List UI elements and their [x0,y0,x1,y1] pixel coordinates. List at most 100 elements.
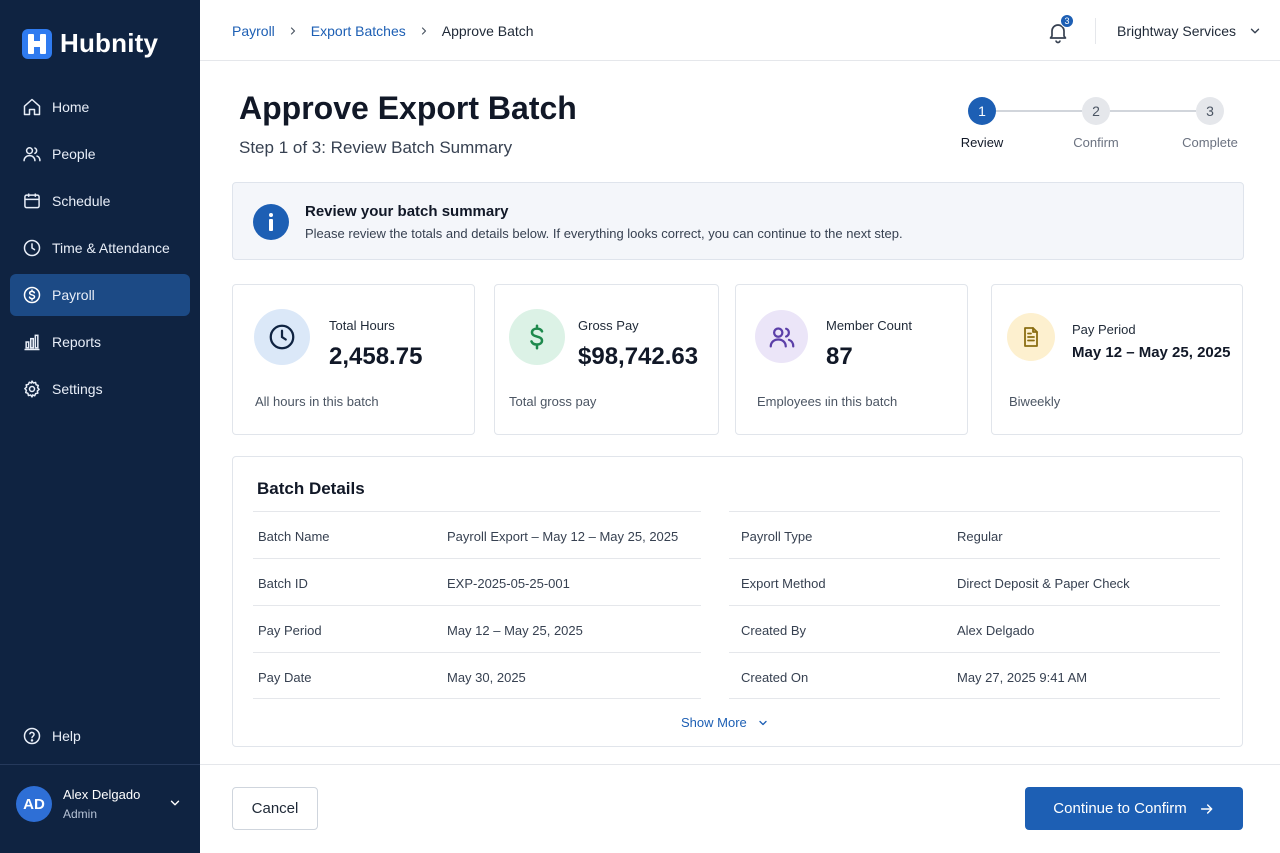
info-banner-title: Review your batch summary [305,203,509,220]
sidebar-item-label: Payroll [52,287,95,303]
card-footer: Employees ιin this batch [757,394,898,409]
card-footer: All hours in this batch [255,394,379,409]
sidebar-item-label: Time & Attendance [52,240,170,256]
info-banner: Review your batch summary Please review … [232,182,1244,260]
users-icon [755,310,808,363]
detail-value: May 30, 2025 [447,670,526,685]
clock-icon [254,309,310,365]
card-value: May 12 – May 25, 2025 [1072,344,1231,361]
gear-icon [24,380,40,398]
dollar-icon [23,286,41,304]
help-icon [23,727,41,745]
topbar-divider [1095,18,1096,44]
user-role: Admin [63,807,98,821]
show-more-label: Show More [681,715,747,730]
detail-row: Batch ID EXP-2025-05-25-001 [253,558,701,605]
avatar: AD [16,786,52,822]
arrow-right-icon [1200,803,1213,814]
sidebar-item-label: Home [52,99,90,115]
detail-value: Regular [957,529,1003,544]
summary-card-gross-pay: Gross Pay $98,742.63 Total gross pay [494,284,719,435]
step-3-indicator: 3 [1196,97,1224,125]
card-value: 87 [826,343,853,370]
help-label: Help [52,728,81,744]
detail-row: Pay Period May 12 – May 25, 2025 [253,605,701,652]
calendar-icon [24,193,40,209]
detail-key: Export Method [741,576,826,591]
stepper-connector [1110,110,1196,112]
sidebar-item-home[interactable]: Home [10,86,190,128]
detail-value: Payroll Export – May 12 – May 25, 2025 [447,529,679,544]
cancel-button[interactable]: Cancel [232,787,318,830]
sidebar-divider [0,764,200,765]
detail-value: Direct Deposit & Paper Check [957,576,1130,591]
sidebar-item-reports[interactable]: Reports [10,321,190,363]
breadcrumb-current: Approve Batch [441,23,534,39]
sidebar: Hubnity Home People Schedule Time & Atte… [0,0,200,853]
card-value: $98,742.63 [578,343,699,370]
detail-row: Created By Alex Delgado [729,605,1220,652]
top-bar: Payroll Export Batches Approve Batch 3 B… [200,0,1280,61]
detail-key: Pay Date [258,670,312,685]
batch-details-title: Batch Details [257,479,365,498]
continue-button-label: Continue to Confirm [1053,800,1187,817]
detail-key: Pay Period [258,623,322,638]
help-link[interactable]: Help [22,726,81,746]
detail-row: Batch Name Payroll Export – May 12 – May… [253,511,701,558]
detail-value: Alex Delgado [957,623,1035,638]
notification-badge: 3 [1060,14,1074,28]
chevron-right-icon [421,27,426,35]
page-subtitle: Step 1 of 3: Review Batch Summary [239,138,513,157]
card-label: Pay Period [1072,322,1136,337]
sidebar-item-people[interactable]: People [10,133,190,175]
summary-card-total-hours: Total Hours 2,458.75 All hours in this b… [232,284,475,435]
breadcrumb: Payroll Export Batches Approve Batch [232,23,534,39]
sidebar-item-label: Reports [52,334,102,350]
dollar-sign-icon [509,309,565,365]
breadcrumb-export-batches[interactable]: Export Batches [311,23,406,39]
summary-card-member-count: Member Count 87 Employees ιin this batch [735,284,968,435]
brand[interactable]: Hubnity [22,28,158,59]
continue-to-confirm-button[interactable]: Continue to Confirm [1025,787,1243,830]
people-icon [23,147,41,162]
detail-key: Batch Name [258,529,330,544]
clock-icon [23,239,41,257]
detail-row: Export Method Direct Deposit & Paper Che… [729,558,1220,605]
brand-name: Hubnity [60,28,159,58]
organization-switcher[interactable]: Brightway Services [1117,23,1262,39]
sidebar-item-settings[interactable]: Settings [10,368,190,410]
sidebar-item-payroll[interactable]: Payroll [10,274,190,316]
step-1-indicator: 1 [968,97,996,125]
detail-key: Created On [741,670,809,685]
user-name: Alex Delgado [63,787,141,802]
organization-name: Brightway Services [1117,23,1237,39]
document-icon [1007,313,1055,361]
card-footer: Biweekly [1009,394,1061,409]
home-icon [23,98,41,116]
detail-key: Batch ID [258,576,308,591]
detail-row: Pay Date May 30, 2025 [253,652,701,699]
detail-value: May 12 – May 25, 2025 [447,623,583,638]
detail-row: Payroll Type Regular [729,511,1220,558]
sidebar-item-time-attendance[interactable]: Time & Attendance [10,227,190,269]
show-more-button[interactable]: Show More [681,715,769,730]
detail-key: Payroll Type [741,529,813,544]
page-title: Approve Export Batch [239,90,577,126]
sidebar-item-schedule[interactable]: Schedule [10,180,190,222]
card-label: Member Count [826,318,912,333]
card-label: Total Hours [329,318,395,333]
breadcrumb-payroll[interactable]: Payroll [232,23,275,39]
sidebar-item-label: Settings [52,381,103,397]
info-banner-text: Please review the totals and details bel… [305,226,903,241]
user-menu[interactable]: AD Alex Delgado Admin [16,786,188,822]
step-2-label: Confirm [1073,135,1119,150]
chevron-down-icon [1250,28,1260,34]
sidebar-nav: Home People Schedule Time & Attendance P… [10,86,190,415]
card-value: 2,458.75 [329,343,423,370]
step-2-indicator: 2 [1082,97,1110,125]
chevron-right-icon [290,27,295,35]
card-label: Gross Pay [578,318,639,333]
chevron-down-icon [759,720,767,725]
chevron-down-icon[interactable] [168,796,182,810]
detail-value: EXP-2025-05-25-001 [447,576,570,591]
